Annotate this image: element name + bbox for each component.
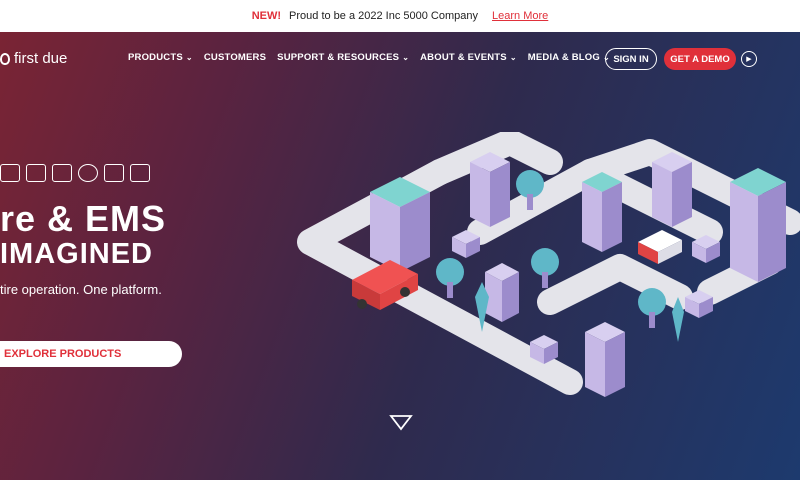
play-video-icon[interactable]: ▶ bbox=[741, 51, 757, 67]
new-badge: NEW! bbox=[251, 10, 282, 22]
truck-icon bbox=[52, 164, 72, 182]
nav-label: SUPPORT & RESOURCES bbox=[277, 52, 400, 63]
nav-item-support-resources[interactable]: SUPPORT & RESOURCES ⌄ bbox=[277, 52, 409, 63]
hero-title-line2: IMAGINED bbox=[0, 238, 153, 270]
nav-item-customers[interactable]: CUSTOMERS bbox=[204, 52, 266, 63]
helmet-icon bbox=[78, 164, 98, 182]
isometric-city-illustration bbox=[297, 132, 800, 397]
chevron-down-icon: ⌄ bbox=[402, 53, 410, 62]
nav-item-products[interactable]: PRODUCTS ⌄ bbox=[128, 52, 193, 63]
announcement-text: Proud to be a 2022 Inc 5000 Company bbox=[289, 10, 479, 22]
monitor-icon bbox=[26, 164, 46, 182]
building-icon bbox=[104, 164, 124, 182]
get-demo-button[interactable]: GET A DEMO bbox=[664, 48, 736, 70]
nav-item-about-events[interactable]: ABOUT & EVENTS ⌄ bbox=[420, 52, 517, 63]
nav-item-media-blog[interactable]: MEDIA & BLOG ⌄ bbox=[528, 52, 610, 63]
sign-in-button[interactable]: SIGN IN bbox=[605, 48, 657, 70]
product-icons-row bbox=[0, 164, 150, 182]
hero-section: first due PRODUCTS ⌄ CUSTOMERS SUPPORT &… bbox=[0, 32, 800, 480]
chevron-down-icon: ⌄ bbox=[509, 53, 517, 62]
explore-products-button[interactable]: EXPLORE PRODUCTS bbox=[0, 341, 182, 367]
announcement-bar: NEW! Proud to be a 2022 Inc 5000 Company… bbox=[0, 0, 800, 32]
main-nav: PRODUCTS ⌄ CUSTOMERS SUPPORT & RESOURCES… bbox=[128, 52, 610, 63]
brand-logo[interactable]: first due bbox=[0, 50, 67, 67]
ambulance-icon bbox=[638, 230, 682, 264]
logo-mark-icon bbox=[0, 52, 10, 65]
hero-title-line1: re & EMS bbox=[0, 198, 167, 239]
hero-subtitle: tire operation. One platform. bbox=[0, 282, 162, 297]
brand-name: first due bbox=[14, 50, 68, 67]
nav-label: CUSTOMERS bbox=[203, 52, 267, 63]
nav-label: PRODUCTS bbox=[128, 52, 183, 63]
fire-engine-icon bbox=[130, 164, 150, 182]
nav-label: MEDIA & BLOG bbox=[527, 52, 600, 63]
chevron-down-icon: ⌄ bbox=[185, 53, 193, 62]
learn-more-link[interactable]: Learn More bbox=[492, 10, 548, 22]
fire-station-icon bbox=[0, 164, 20, 182]
nav-label: ABOUT & EVENTS bbox=[420, 52, 507, 63]
